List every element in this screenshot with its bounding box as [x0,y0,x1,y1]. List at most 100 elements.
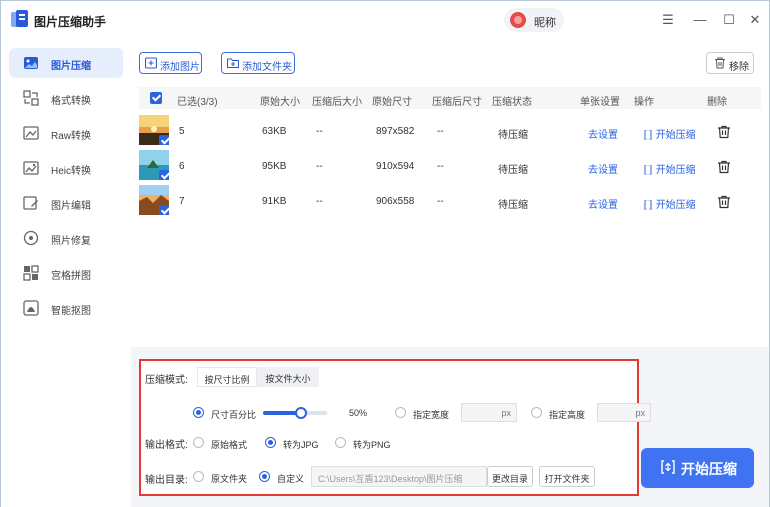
format-jpg-radio[interactable] [265,437,276,448]
output-dir-label: 输出目录: [145,475,188,486]
add-folder-icon [227,58,239,69]
sidebar-item-smart-cutout[interactable]: 智能抠图 [9,293,123,323]
row-checkbox[interactable] [159,135,169,145]
sidebar-item-raw-convert[interactable]: Raw转换 [9,118,123,148]
user-nickname: 昵称 [534,17,556,29]
comp-dim: -- [437,126,444,137]
app-window: 图片压缩助手 昵称 ☰ — ☐ ✕ 图片压缩 格式转换 Raw转换 Heic转换… [0,0,770,507]
dir-custom-label: 自定义 [277,474,305,484]
table-header: 已选(3/3) 原始大小 压缩后大小 原始尺寸 压缩后尺寸 压缩状态 单张设置 … [139,87,761,109]
delete-row-icon[interactable] [717,125,731,139]
comp-size: -- [316,126,323,137]
add-image-button[interactable]: 添加图片 [139,52,202,74]
grid-collage-icon [23,265,39,281]
sidebar-item-image-compress[interactable]: 图片压缩 [9,48,123,78]
thumbnail [139,150,169,180]
single-setting-link[interactable]: 去设置 [588,196,618,211]
sidebar-item-label: Heic转换 [51,166,92,177]
header-single-setting: 单张设置 [580,97,620,108]
remove-button[interactable]: 移除 [706,52,754,74]
row-checkbox[interactable] [159,170,169,180]
table-row: 5 63KB -- 897x582 -- 待压缩 去设置 ⟦⟧ 开始压缩 [139,115,761,149]
comp-dim: -- [437,161,444,172]
menu-icon[interactable]: ☰ [659,11,677,29]
width-radio[interactable] [395,407,406,418]
dir-custom-radio[interactable] [259,471,270,482]
tab-by-file-size[interactable]: 按文件大小 [257,367,319,387]
file-name: 6 [179,161,185,172]
image-edit-icon [23,196,38,210]
sidebar-item-label: 智能抠图 [51,306,91,317]
height-radio[interactable] [531,407,542,418]
thumbnail [139,115,169,145]
compress-icon: ⟦⟧ [643,130,656,141]
start-compress-link[interactable]: ⟦⟧ 开始压缩 [643,196,696,211]
size-percent-label: 尺寸百分比 [211,410,257,420]
status: 待压缩 [498,130,528,141]
trash-icon [715,57,725,69]
row-checkbox[interactable] [159,205,169,215]
sidebar-item-label: 图片编辑 [51,201,91,212]
compress-icon: ⟦⟧ [643,200,656,211]
orig-size: 63KB [262,126,287,137]
start-compress-link[interactable]: ⟦⟧ 开始压缩 [643,126,696,141]
sidebar: 图片压缩 格式转换 Raw转换 Heic转换 图片编辑 照片修复 宫格拼图 智能… [1,39,131,507]
select-all-checkbox[interactable] [150,92,162,104]
width-input[interactable]: px [461,403,517,422]
slider-handle[interactable] [295,407,307,419]
orig-dim: 910x594 [376,161,415,172]
status: 待压缩 [498,165,528,176]
header-delete: 删除 [707,97,727,108]
add-image-icon [145,57,157,69]
header-status: 压缩状态 [492,97,532,108]
dir-original-label: 原文件夹 [211,474,248,484]
dir-original-radio[interactable] [193,471,204,482]
sidebar-item-label: 图片压缩 [51,61,91,72]
compress-icon: ⟦⟧ [643,165,656,176]
compress-mode-label: 压缩模式: [145,375,188,386]
open-folder-button[interactable]: 打开文件夹 [539,466,595,487]
sidebar-item-photo-repair[interactable]: 照片修复 [9,223,123,253]
file-list-panel: 添加图片 添加文件夹 移除 已选(3/3) 原始大小 压缩后大小 原始尺寸 压缩… [131,39,769,347]
height-input[interactable]: px [597,403,651,422]
sidebar-item-image-edit[interactable]: 图片编辑 [9,188,123,218]
size-percent-slider[interactable] [263,407,327,419]
comp-size: -- [316,161,323,172]
compress-icon [661,460,675,474]
format-original-radio[interactable] [193,437,204,448]
size-percent-radio[interactable] [193,407,204,418]
orig-dim: 897x582 [376,126,415,137]
single-setting-link[interactable]: 去设置 [588,161,618,176]
delete-row-icon[interactable] [717,195,731,209]
comp-size: -- [316,196,323,207]
format-original-label: 原始格式 [211,440,248,450]
tab-by-size-ratio[interactable]: 按尺寸比例 [197,367,257,387]
start-compress-button[interactable]: 开始压缩 [641,448,754,488]
width-label: 指定宽度 [413,410,450,420]
single-setting-link[interactable]: 去设置 [588,126,618,141]
minimize-icon[interactable]: — [691,11,709,29]
add-folder-button[interactable]: 添加文件夹 [221,52,295,74]
avatar [510,12,526,28]
sidebar-item-label: 照片修复 [51,236,91,247]
close-icon[interactable]: ✕ [746,11,764,29]
delete-row-icon[interactable] [717,160,731,174]
photo-repair-icon [23,230,39,246]
sidebar-item-format-convert[interactable]: 格式转换 [9,83,123,113]
change-dir-button[interactable]: 更改目录 [487,466,533,487]
table-row: 7 91KB -- 906x558 -- 待压缩 去设置 ⟦⟧ 开始压缩 [139,185,761,219]
sidebar-item-label: Raw转换 [51,131,92,142]
sidebar-item-grid-collage[interactable]: 宫格拼图 [9,258,123,288]
sidebar-item-heic-convert[interactable]: Heic转换 [9,153,123,183]
image-compress-icon [24,57,38,69]
comp-dim: -- [437,196,444,207]
file-name: 7 [179,196,185,207]
height-label: 指定高度 [549,410,586,420]
maximize-icon[interactable]: ☐ [720,11,738,29]
output-dir-path[interactable]: C:\Users\互盾123\Desktop\图片压缩 [311,466,487,487]
format-png-radio[interactable] [335,437,346,448]
start-compress-link[interactable]: ⟦⟧ 开始压缩 [643,161,696,176]
user-profile[interactable]: 昵称 [504,8,564,32]
app-logo-icon [11,10,28,27]
thumbnail [139,185,169,215]
